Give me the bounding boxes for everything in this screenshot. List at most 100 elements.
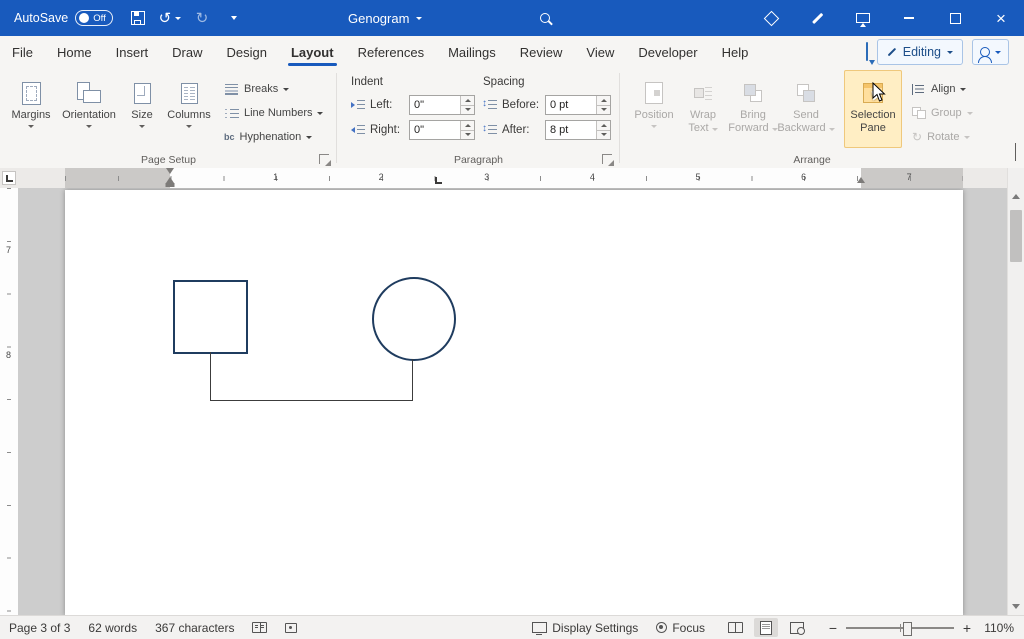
indent-right-spinner[interactable] — [460, 121, 474, 139]
vertical-ruler[interactable]: 7 8 — [0, 188, 19, 616]
macro-record-button[interactable] — [276, 616, 306, 639]
breaks-button[interactable]: Breaks — [220, 78, 293, 100]
zoom-slider[interactable] — [846, 627, 954, 629]
maximize-icon — [950, 13, 961, 24]
zoom-in-button[interactable]: + — [962, 620, 972, 636]
editing-mode-dropdown[interactable]: Editing — [877, 39, 963, 65]
tab-help[interactable]: Help — [710, 36, 761, 68]
spacing-after-spinner[interactable] — [596, 121, 610, 139]
spacing-before-spinner[interactable] — [596, 96, 610, 114]
group-label: Group — [931, 107, 962, 119]
hyphenation-icon: bc — [224, 132, 235, 142]
comments-button[interactable] — [866, 43, 868, 61]
breaks-icon — [224, 83, 239, 96]
genogram-female-circle[interactable] — [372, 277, 456, 361]
spacing-after-input[interactable]: 8 pt — [545, 120, 611, 140]
tab-insert[interactable]: Insert — [104, 36, 161, 68]
indent-left-spinner[interactable] — [460, 96, 474, 114]
scrollbar-thumb[interactable] — [1010, 210, 1022, 262]
customize-qat-button[interactable] — [218, 3, 250, 33]
vertical-scrollbar[interactable] — [1007, 168, 1024, 616]
tab-layout[interactable]: Layout — [279, 36, 346, 68]
character-count[interactable]: 367 characters — [146, 616, 243, 639]
page-indicator[interactable]: Page 3 of 3 — [0, 616, 79, 639]
tab-file[interactable]: File — [0, 36, 45, 68]
tab-home[interactable]: Home — [45, 36, 104, 68]
redo-icon: ↻ — [196, 9, 209, 27]
tab-references[interactable]: References — [346, 36, 436, 68]
ribbon-display-options-button[interactable] — [840, 0, 886, 36]
close-button[interactable]: × — [978, 0, 1024, 36]
search-button[interactable] — [540, 0, 550, 36]
right-indent-marker[interactable] — [857, 177, 865, 183]
editor-button[interactable] — [748, 0, 794, 36]
left-indent-marker[interactable] — [166, 183, 175, 187]
scroll-up-button[interactable] — [1008, 186, 1024, 206]
selection-pane-button[interactable]: Selection Pane — [844, 70, 902, 148]
share-dropdown[interactable] — [972, 39, 1009, 65]
horizontal-ruler[interactable]: 1 2 3 4 5 6 7 — [0, 168, 1007, 188]
hyphenation-button[interactable]: bc Hyphenation — [220, 126, 316, 148]
document-area[interactable] — [18, 188, 1007, 616]
web-layout-button[interactable] — [785, 618, 809, 637]
print-layout-button[interactable] — [754, 618, 778, 637]
tab-developer[interactable]: Developer — [626, 36, 709, 68]
minimize-button[interactable] — [886, 0, 932, 36]
zoom-slider-thumb[interactable] — [903, 622, 912, 636]
scroll-down-button[interactable] — [1008, 596, 1024, 616]
page-setup-dialog-launcher[interactable] — [319, 154, 329, 164]
line-numbers-label: Line Numbers — [244, 107, 312, 119]
display-settings-label: Display Settings — [552, 621, 638, 635]
tab-stop-marker[interactable] — [435, 177, 442, 184]
bring-forward-icon — [744, 84, 762, 102]
undo-button[interactable]: ↺ — [154, 3, 186, 33]
document-page[interactable] — [65, 190, 963, 616]
genogram-partnership-connector[interactable] — [210, 400, 413, 401]
chevron-down-icon — [306, 136, 312, 139]
size-button[interactable]: Size — [122, 70, 162, 148]
group-objects-icon — [912, 107, 926, 119]
tab-mailings[interactable]: Mailings — [436, 36, 508, 68]
tab-selector-button[interactable] — [2, 171, 16, 185]
genogram-partnership-connector[interactable] — [412, 359, 413, 400]
genogram-male-square[interactable] — [173, 280, 248, 354]
indent-left-input[interactable]: 0" — [409, 95, 475, 115]
word-count[interactable]: 62 words — [79, 616, 146, 639]
redo-button: ↻ — [186, 3, 218, 33]
indent-right-input[interactable]: 0" — [409, 120, 475, 140]
align-button[interactable]: Align — [908, 78, 970, 100]
zoom-out-button[interactable]: − — [828, 620, 838, 636]
ink-button[interactable] — [794, 0, 840, 36]
zoom-level[interactable]: 110% — [980, 621, 1014, 635]
spacing-before-input[interactable]: 0 pt — [545, 95, 611, 115]
web-layout-icon — [790, 622, 804, 634]
genogram-partnership-connector[interactable] — [210, 352, 211, 400]
read-mode-button[interactable] — [723, 618, 747, 637]
first-line-indent-marker[interactable] — [166, 168, 174, 174]
tab-draw[interactable]: Draw — [160, 36, 214, 68]
document-title-control[interactable]: Genogram — [348, 0, 422, 36]
display-settings-icon — [532, 622, 547, 633]
proofing-button[interactable] — [243, 616, 276, 639]
columns-button[interactable]: Columns — [164, 70, 214, 148]
maximize-button[interactable] — [932, 0, 978, 36]
chevron-down-icon — [960, 88, 966, 91]
autosave-control[interactable]: AutoSave Off — [14, 0, 113, 36]
focus-button[interactable]: Focus — [647, 616, 714, 639]
save-button[interactable] — [122, 3, 154, 33]
tab-review[interactable]: Review — [508, 36, 575, 68]
line-numbers-button[interactable]: Line Numbers — [220, 102, 327, 124]
paragraph-dialog-launcher[interactable] — [602, 154, 612, 164]
tab-view[interactable]: View — [574, 36, 626, 68]
display-settings-button[interactable]: Display Settings — [523, 616, 647, 639]
wrap-text-icon — [694, 85, 712, 101]
ruler-number: 4 — [590, 172, 595, 182]
undo-chevron-icon[interactable] — [175, 17, 181, 20]
read-mode-icon — [728, 622, 743, 633]
orientation-button[interactable]: Orientation — [58, 70, 120, 148]
collapse-ribbon-button[interactable] — [1015, 144, 1016, 162]
margins-button[interactable]: Margins — [6, 70, 56, 148]
tab-design[interactable]: Design — [215, 36, 279, 68]
chevron-down-icon — [967, 112, 973, 115]
autosave-toggle[interactable]: Off — [75, 10, 113, 26]
